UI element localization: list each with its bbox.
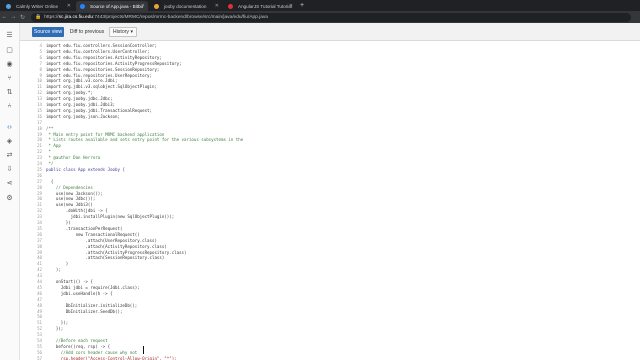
left-sidebar: ☰ ▢ ◉ ⑂ ⇅ ⑃ ‹› ◈ ⇄ ⇩ ⋖ ⚙ <box>0 23 20 360</box>
code-icon[interactable]: ‹› <box>3 122 16 133</box>
commits-icon[interactable]: ◉ <box>3 59 16 70</box>
favicon-icon <box>154 3 159 9</box>
url-prefix: https:// <box>44 14 59 20</box>
diff-to-previous-button[interactable]: Diff to previous <box>67 27 107 37</box>
code-viewer[interactable]: 4 import edu.fiu.controllers.SessionContr… <box>20 41 640 360</box>
favicon-icon <box>228 3 233 9</box>
url-input[interactable]: 🔒 https://sc.jira.cs.fiu.edu:7443/projec… <box>31 12 631 22</box>
url-path: :7443/projects/MRMC/repos/mrmc-backend/b… <box>93 14 268 20</box>
pipelines-icon[interactable]: ◈ <box>3 136 16 147</box>
text-cursor-icon <box>143 346 145 354</box>
browser-tab-active[interactable]: Source of App.java - Bitbu ✕ <box>76 1 148 11</box>
close-icon[interactable]: ✕ <box>215 3 219 9</box>
menu-icon[interactable]: ☰ <box>3 30 16 41</box>
address-bar-row: ← → ↻ 🔒 https://sc.jira.cs.fiu.edu:7443/… <box>0 11 640 23</box>
close-icon[interactable]: ✕ <box>141 3 145 9</box>
code-text: rsp.header("Access-Control-Allow-Origin"… <box>46 355 177 360</box>
tab-title: Source of App.java - Bitbu <box>90 3 144 9</box>
tab-title: AngularJS Tutorial Tutorial <box>238 3 292 9</box>
browser-tab[interactable]: Calmly Writer Online ✕ <box>2 1 74 11</box>
close-icon[interactable]: ✕ <box>67 3 71 9</box>
forward-icon[interactable]: → <box>9 14 18 20</box>
pull-requests-icon[interactable]: ⇅ <box>3 87 16 98</box>
browser-tab-strip: Calmly Writer Online ✕ Source of App.jav… <box>0 0 640 11</box>
compare-icon[interactable]: ⇄ <box>3 150 16 161</box>
line-number[interactable]: 57 <box>20 356 42 360</box>
source-view-button[interactable]: Source view <box>32 27 64 37</box>
source-toolbar: Source view Diff to previous History ▾ <box>20 23 640 41</box>
favicon-icon <box>6 3 11 9</box>
favicon-icon <box>80 3 85 9</box>
lock-icon[interactable]: 🔒 <box>35 14 41 20</box>
new-tab-button[interactable]: + <box>300 1 304 11</box>
tab-title: Calmly Writer Online <box>16 3 59 9</box>
close-icon[interactable]: ✕ <box>289 3 293 9</box>
tab-title: jooby documentation <box>164 3 207 9</box>
branches-icon[interactable]: ⑂ <box>3 73 16 84</box>
url-text: https://sc.jira.cs.fiu.edu:7443/projects… <box>44 15 268 20</box>
history-dropdown[interactable]: History ▾ <box>109 27 137 37</box>
source-icon[interactable]: ▢ <box>3 45 16 56</box>
reload-icon[interactable]: ↻ <box>18 14 27 21</box>
browser-tab[interactable]: AngularJS Tutorial Tutorial ✕ <box>224 1 296 11</box>
code-line: 57 rsp.header("Access-Control-Allow-Orig… <box>20 356 640 360</box>
url-host: sc.jira.cs.fiu.edu <box>58 14 94 20</box>
forks-icon[interactable]: ⑃ <box>3 101 16 112</box>
app-window: Calmly Writer Online ✕ Source of App.jav… <box>0 0 640 360</box>
downloads-icon[interactable]: ⇩ <box>3 164 16 175</box>
share-icon[interactable]: ⋖ <box>3 178 16 189</box>
chevron-down-icon: ▾ <box>130 29 134 35</box>
history-label: History <box>112 29 130 35</box>
back-icon[interactable]: ← <box>0 14 9 20</box>
settings-icon[interactable]: ⚙ <box>3 193 16 204</box>
browser-tab[interactable]: jooby documentation ✕ <box>150 1 222 11</box>
